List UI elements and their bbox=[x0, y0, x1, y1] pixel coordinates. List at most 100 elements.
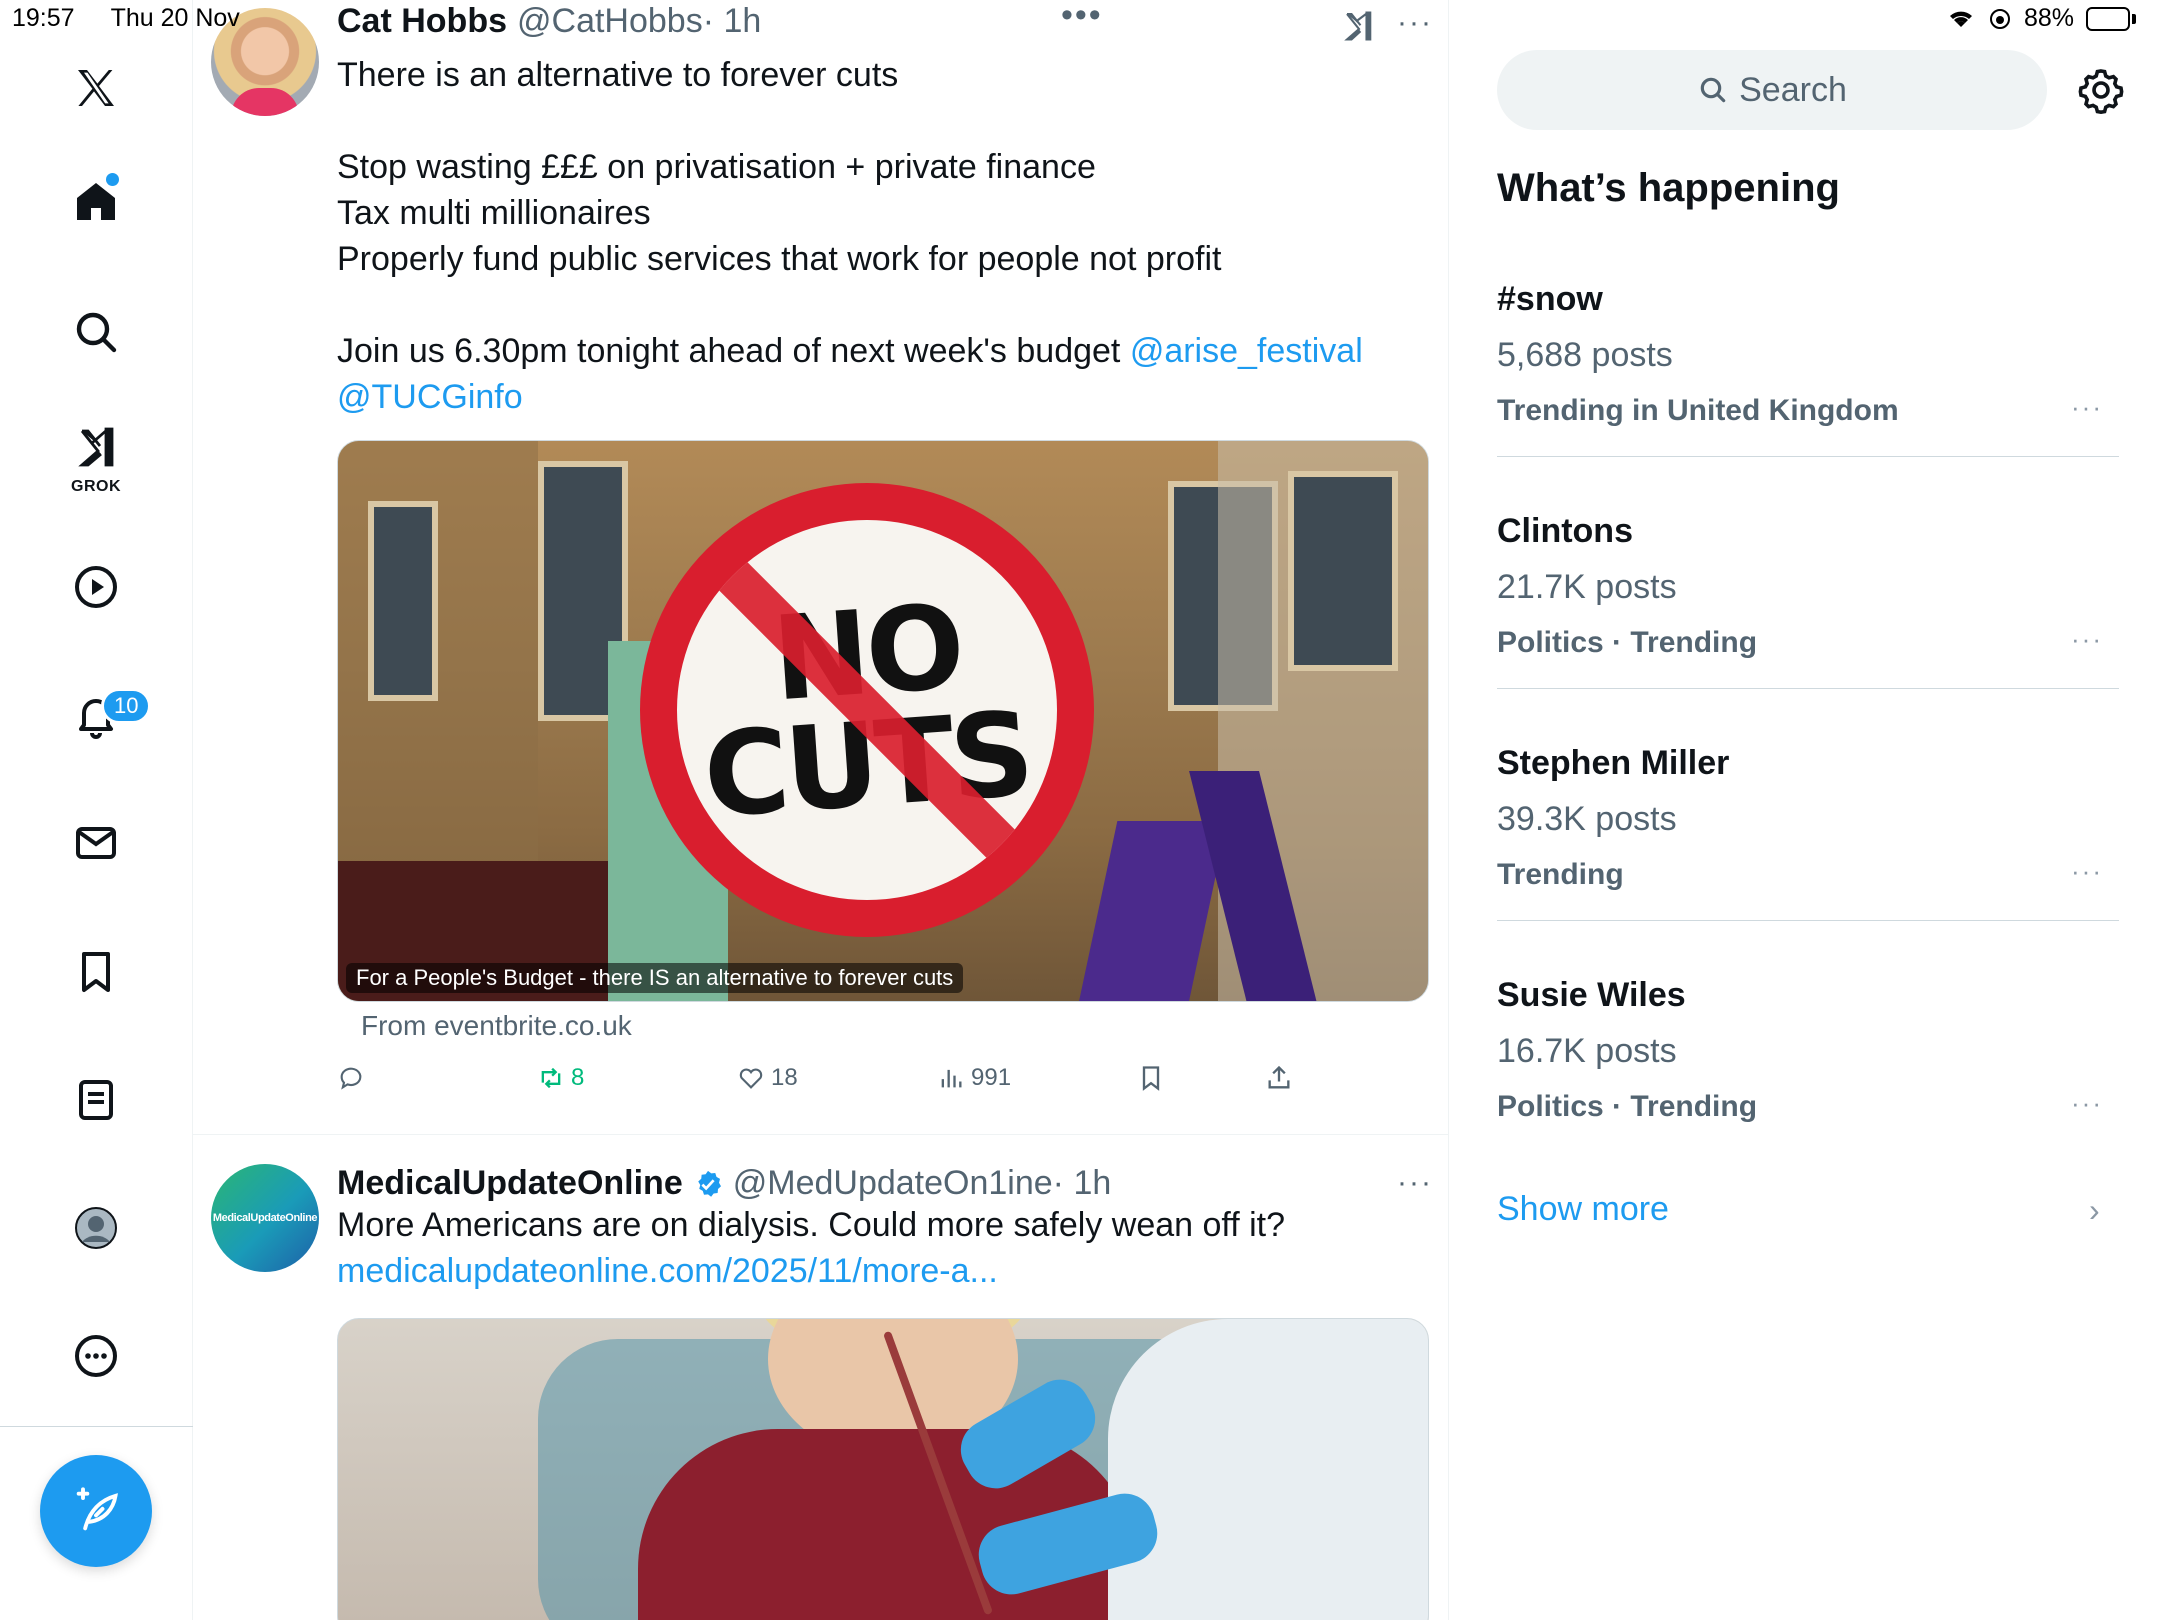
left-navigation: GROK 10 bbox=[0, 0, 193, 1620]
status-time: 19:57 bbox=[12, 4, 75, 32]
author-name[interactable]: Cat Hobbs bbox=[337, 2, 507, 41]
trend-name: Stephen Miller bbox=[1497, 744, 1730, 782]
tweet-line: There is an alternative to forever cuts bbox=[337, 56, 899, 94]
tweet-url-link[interactable]: medicalupdateonline.com/2025/11/more-a..… bbox=[337, 1252, 998, 1290]
home-unread-dot bbox=[106, 173, 119, 186]
search-input[interactable]: Search bbox=[1497, 50, 2047, 130]
status-bar-right: 88% bbox=[1946, 4, 2136, 33]
timeline-feed: Cat Hobbs @CatHobbs · 1h ••• ··· There i… bbox=[193, 0, 1449, 1620]
tweet-line: Tax multi millionaires bbox=[337, 194, 651, 232]
tweet-blank-line bbox=[337, 282, 1417, 328]
tweet-line: Properly fund public services that work … bbox=[337, 240, 1222, 278]
trend-category: Politics · Trending bbox=[1497, 1090, 1758, 1123]
tweet-more-icon[interactable]: ··· bbox=[1397, 6, 1433, 40]
mention-link[interactable]: @arise_festival bbox=[1130, 332, 1363, 370]
bookmarks-icon[interactable] bbox=[56, 932, 136, 1012]
trend-divider bbox=[1497, 688, 2119, 689]
repost-icon bbox=[541, 1067, 561, 1089]
profile-avatar-icon[interactable] bbox=[56, 1188, 136, 1268]
trend-more-icon[interactable]: ··· bbox=[2071, 856, 2103, 887]
trend-name: Clintons bbox=[1497, 512, 1633, 550]
tweet-text: More Americans are on dialysis. Could mo… bbox=[337, 1202, 1285, 1294]
tweet-time: · 1h bbox=[1052, 1164, 1112, 1202]
compose-post-button[interactable] bbox=[40, 1455, 152, 1567]
bookmark-icon bbox=[1142, 1066, 1160, 1091]
status-bar-left: 19:57 Thu 20 Nov bbox=[12, 4, 240, 33]
tweet-time: · 1h bbox=[702, 2, 762, 40]
trend-item[interactable]: Stephen Miller 39.3K posts Trending ··· bbox=[1497, 744, 2119, 976]
like-button[interactable]: 18 bbox=[737, 1064, 798, 1092]
views-button[interactable]: 991 bbox=[937, 1064, 1011, 1092]
share-button[interactable] bbox=[1265, 1064, 1293, 1092]
trend-category: Trending in United Kingdom bbox=[1497, 394, 1899, 427]
trend-more-icon[interactable]: ··· bbox=[2071, 392, 2103, 423]
trend-posts: 21.7K posts bbox=[1497, 568, 1677, 606]
author-name[interactable]: MedicalUpdateOnline bbox=[337, 1164, 683, 1203]
views-chart-icon bbox=[941, 1069, 962, 1088]
battery-icon bbox=[2086, 6, 2136, 31]
trend-posts: 5,688 posts bbox=[1497, 336, 1673, 374]
trend-category: Trending bbox=[1497, 858, 1624, 891]
tweet-medical-update-online[interactable]: MedicalUpdateOnline MedicalUpdateOnline … bbox=[193, 1136, 1448, 1620]
video-play-icon[interactable] bbox=[56, 547, 136, 627]
trend-more-icon[interactable]: ··· bbox=[2071, 1088, 2103, 1119]
trend-divider bbox=[1497, 456, 2119, 457]
repost-button[interactable]: 8 bbox=[537, 1064, 584, 1092]
lists-icon[interactable] bbox=[56, 1060, 136, 1140]
explore-search-icon[interactable] bbox=[56, 292, 136, 372]
reply-button[interactable] bbox=[337, 1064, 371, 1092]
trend-divider bbox=[1497, 920, 2119, 921]
avatar[interactable]: MedicalUpdateOnline bbox=[211, 1164, 319, 1272]
settings-gear-icon[interactable] bbox=[2077, 66, 2125, 114]
tweet-blank-line bbox=[337, 98, 1417, 144]
more-options-icon[interactable] bbox=[56, 1316, 136, 1396]
tweet-media-image[interactable] bbox=[337, 1318, 1429, 1620]
show-more-link[interactable]: Show more bbox=[1497, 1190, 1669, 1229]
chevron-right-icon: › bbox=[2089, 1192, 2100, 1228]
search-placeholder: Search bbox=[1739, 70, 1847, 109]
search-icon bbox=[1700, 77, 1726, 103]
author-handle[interactable]: @MedUpdateOn1ine bbox=[733, 1164, 1053, 1203]
messages-envelope-icon[interactable] bbox=[56, 803, 136, 883]
nav-divider bbox=[0, 1426, 193, 1427]
repost-count: 8 bbox=[571, 1064, 585, 1091]
tweet-line: Stop wasting £££ on privatisation + priv… bbox=[337, 148, 1096, 186]
compose-feather-icon bbox=[76, 1487, 118, 1531]
card-source[interactable]: From eventbrite.co.uk bbox=[361, 1010, 632, 1042]
link-card-image[interactable]: NO CUTS For a People's Budget - there IS… bbox=[337, 440, 1429, 1002]
trend-name: #snow bbox=[1497, 280, 1603, 318]
trend-category: Politics · Trending bbox=[1497, 626, 1758, 659]
grok-icon[interactable] bbox=[56, 412, 136, 482]
like-count: 18 bbox=[771, 1064, 798, 1091]
wifi-icon bbox=[1949, 11, 1972, 27]
heart-icon bbox=[739, 1068, 763, 1089]
trend-name: Susie Wiles bbox=[1497, 976, 1686, 1014]
tweet-text: There is an alternative to forever cuts … bbox=[337, 52, 1417, 420]
author-handle[interactable]: @CatHobbs bbox=[517, 2, 703, 41]
views-count: 991 bbox=[971, 1064, 1012, 1091]
card-caption: For a People's Budget - there IS an alte… bbox=[346, 963, 964, 993]
grok-label: GROK bbox=[71, 478, 121, 495]
focus-icon bbox=[1989, 8, 2010, 29]
tweet-line-text: Join us 6.30pm tonight ahead of next wee… bbox=[337, 332, 1130, 370]
bookmark-button[interactable] bbox=[1137, 1064, 1165, 1092]
trend-item[interactable]: Clintons 21.7K posts Politics · Trending… bbox=[1497, 512, 2119, 744]
trend-item[interactable]: Susie Wiles 16.7K posts Politics · Trend… bbox=[1497, 976, 2119, 1208]
x-logo-icon[interactable] bbox=[56, 48, 136, 128]
right-sidebar: Search What’s happening #snow 5,688 post… bbox=[1449, 0, 2160, 1620]
grok-explain-icon[interactable] bbox=[1341, 8, 1377, 44]
reply-icon bbox=[340, 1067, 362, 1090]
tweet-header: Cat Hobbs @CatHobbs · 1h bbox=[337, 2, 761, 41]
trend-item[interactable]: #snow 5,688 posts Trending in United Kin… bbox=[1497, 280, 2119, 512]
top-overflow-dots-icon[interactable]: ••• bbox=[1061, 0, 1103, 35]
home-icon[interactable] bbox=[56, 162, 136, 242]
status-date: Thu 20 Nov bbox=[110, 4, 240, 32]
share-icon bbox=[1268, 1065, 1290, 1089]
tweet-more-icon[interactable]: ··· bbox=[1397, 1166, 1433, 1200]
tweet-cat-hobbs[interactable]: Cat Hobbs @CatHobbs · 1h ••• ··· There i… bbox=[193, 0, 1448, 1135]
trend-more-icon[interactable]: ··· bbox=[2071, 624, 2103, 655]
mention-link[interactable]: @TUCGinfo bbox=[337, 378, 523, 416]
trend-posts: 39.3K posts bbox=[1497, 800, 1677, 838]
avatar-logo-text: MedicalUpdateOnline bbox=[212, 1212, 318, 1224]
notifications-badge: 10 bbox=[101, 688, 152, 724]
